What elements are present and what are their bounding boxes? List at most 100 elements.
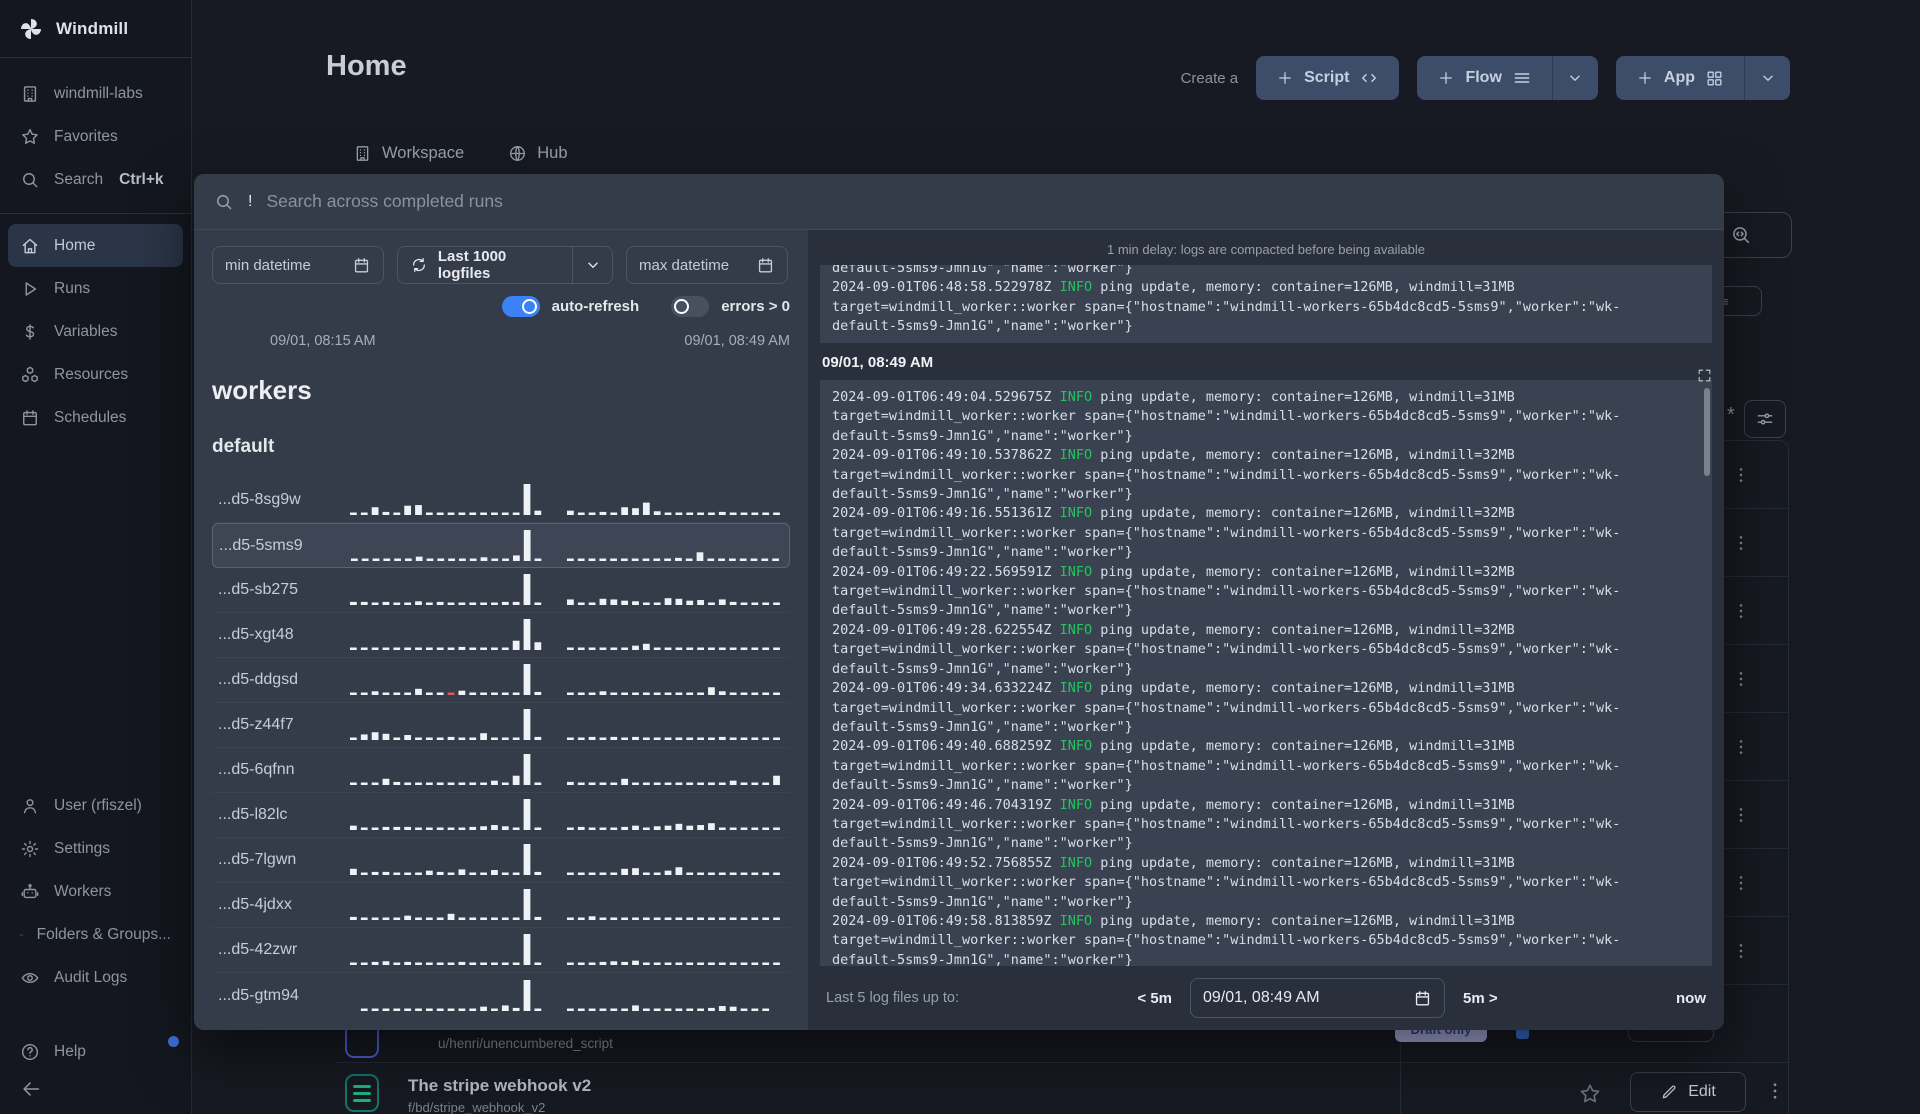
auto-refresh-toggle[interactable]	[501, 296, 540, 317]
row-menu-kebab[interactable]	[1764, 1080, 1786, 1102]
tab-workspace[interactable]: Workspace	[353, 144, 464, 163]
log-line-clipped: default-5sms9-Jmn1G","name":"worker"}	[832, 265, 1133, 276]
eye-icon	[21, 972, 39, 983]
worker-row[interactable]: ...d5-gtm94	[212, 973, 790, 1018]
log-level: INFO	[1059, 389, 1093, 405]
worker-id: ...d5-xgt48	[218, 626, 294, 643]
log-section-header: 09/01, 08:49 AM	[822, 354, 934, 371]
log-datetime-input[interactable]: 09/01, 08:49 AM	[1190, 978, 1445, 1018]
expand-icon	[1698, 369, 1711, 382]
errors-toggle[interactable]	[671, 296, 710, 317]
help-icon	[21, 1043, 39, 1060]
row-menu-kebab[interactable]	[1731, 669, 1751, 689]
worker-list: ...d5-8sg9w ...d5-5sms9 ...d5-sb275 ...d5-x…	[212, 478, 790, 1018]
sidebar-item-resources[interactable]: Resources	[8, 353, 183, 396]
create-flow-button[interactable]: Flow	[1417, 68, 1551, 88]
sidebar-item-help[interactable]: Help	[8, 1030, 183, 1073]
search-code-icon	[1732, 227, 1749, 244]
worker-row[interactable]: ...d5-7lgwn	[212, 838, 790, 883]
worker-id: ...d5-sb275	[218, 581, 299, 598]
workers-panel: min datetime Last 1000 logfiles max date…	[194, 230, 808, 1030]
chevron-down-icon	[587, 262, 598, 268]
worker-row[interactable]: ...d5-sb275	[212, 568, 790, 613]
item-path: u/henri/unencumbered_script	[438, 1036, 613, 1051]
row-menu-kebab[interactable]	[1731, 941, 1751, 961]
worker-activity-sparkline	[350, 482, 784, 518]
filter-button[interactable]	[1744, 400, 1786, 438]
worker-row[interactable]: ...d5-42zwr	[212, 928, 790, 973]
kebab-icon	[1773, 1083, 1777, 1099]
log-line: 2024-09-01T06:49:40.688259Z INFO ping up…	[832, 738, 1515, 755]
log-block-current[interactable]: 2024-09-01T06:49:04.529675Z INFO ping up…	[820, 380, 1712, 966]
kebab-icon	[1739, 943, 1743, 958]
worker-row[interactable]: ...d5-4jdxx	[212, 883, 790, 928]
row-menu-kebab[interactable]	[1731, 465, 1751, 485]
kebab-icon	[1739, 603, 1743, 618]
max-datetime-input[interactable]: max datetime	[626, 246, 788, 284]
log-scrollbar[interactable]	[1704, 388, 1710, 476]
user-icon	[23, 798, 37, 813]
asterisk-icon: *	[1727, 404, 1735, 426]
sidebar-item-folders-groups-[interactable]: Folders & Groups...	[8, 913, 183, 956]
log-level: INFO	[1059, 279, 1093, 296]
sidebar-item-variables[interactable]: Variables	[8, 310, 183, 353]
sidebar-item-audit-logs[interactable]: Audit Logs	[8, 956, 183, 999]
collapse-sidebar-button[interactable]	[20, 1078, 42, 1100]
sidebar-item-search[interactable]: Search Ctrl+k	[8, 158, 183, 201]
log-line: target=windmill_worker::worker span={"ho…	[832, 641, 1621, 658]
worker-row[interactable]: ...d5-8sg9w	[212, 478, 790, 523]
worker-row[interactable]: ...d5-ddgsd	[212, 658, 790, 703]
logs-panel: 1 min delay: logs are compacted before b…	[808, 230, 1724, 1030]
worker-row[interactable]: ...d5-5sms9	[212, 523, 790, 568]
log-line: target=windmill_worker::worker span={"ho…	[832, 699, 1621, 716]
log-line: target=windmill_worker::worker span={"ho…	[832, 583, 1621, 600]
favorite-star-icon[interactable]	[1578, 1082, 1602, 1106]
worker-row[interactable]: ...d5-6qfnn	[212, 748, 790, 793]
app-dropdown-toggle[interactable]	[1744, 56, 1790, 100]
min-datetime-input[interactable]: min datetime	[212, 246, 384, 284]
sidebar-item-favorites[interactable]: Favorites	[8, 115, 183, 158]
kebab-icon	[1739, 467, 1743, 482]
worker-row[interactable]: ...d5-z44f7	[212, 703, 790, 748]
building-icon	[23, 85, 37, 102]
row-menu-kebab[interactable]	[1731, 737, 1751, 757]
worker-id: ...d5-42zwr	[218, 941, 298, 958]
back-5m-button[interactable]: < 5m	[1137, 990, 1172, 1007]
row-menu-kebab[interactable]	[1731, 601, 1751, 621]
worker-id: ...d5-ddgsd	[218, 671, 299, 688]
logfiles-select-chevron[interactable]	[572, 247, 612, 283]
sidebar-divider	[0, 213, 191, 214]
sidebar-item-settings[interactable]: Settings	[8, 827, 183, 870]
create-flow-button-group: Flow	[1417, 56, 1598, 100]
row-menu-kebab[interactable]	[1731, 873, 1751, 893]
sidebar-item-schedules[interactable]: Schedules	[8, 396, 183, 439]
now-button[interactable]: now	[1676, 990, 1706, 1007]
errors-label: errors > 0	[721, 298, 790, 315]
dollar-icon	[25, 323, 35, 340]
log-line: default-5sms9-Jmn1G","name":"worker"}	[832, 777, 1133, 794]
flow-dropdown-toggle[interactable]	[1551, 56, 1598, 100]
sidebar-item-runs[interactable]: Runs	[8, 267, 183, 310]
menu-icon	[1514, 73, 1530, 83]
worker-row[interactable]: ...d5-l82lc	[212, 793, 790, 838]
forward-5m-button[interactable]: 5m >	[1463, 990, 1498, 1007]
logfiles-select[interactable]: Last 1000 logfiles	[397, 246, 613, 284]
auto-refresh-label: auto-refresh	[551, 298, 640, 315]
sliders-icon	[1757, 413, 1773, 425]
plus-icon	[1279, 72, 1291, 84]
worker-row[interactable]: ...d5-xgt48	[212, 613, 790, 658]
expand-icon[interactable]	[1697, 368, 1712, 383]
tab-hub[interactable]: Hub	[508, 144, 568, 163]
row-menu-kebab[interactable]	[1731, 805, 1751, 825]
edit-button[interactable]: Edit	[1630, 1072, 1746, 1112]
sidebar-item-user-rfiszel-[interactable]: User (rfiszel)	[8, 784, 183, 827]
create-script-button[interactable]: Script	[1256, 56, 1400, 100]
sidebar-item-workers[interactable]: Workers	[8, 870, 183, 913]
gear-icon	[21, 840, 39, 857]
sidebar-item-windmill-labs[interactable]: windmill-labs	[8, 72, 183, 115]
row-menu-kebab[interactable]	[1731, 533, 1751, 553]
create-app-button[interactable]: App	[1616, 69, 1744, 88]
sidebar-item-home[interactable]: Home	[8, 224, 183, 267]
search-input[interactable]	[266, 191, 1704, 212]
app-logo[interactable]: Windmill	[0, 0, 191, 58]
